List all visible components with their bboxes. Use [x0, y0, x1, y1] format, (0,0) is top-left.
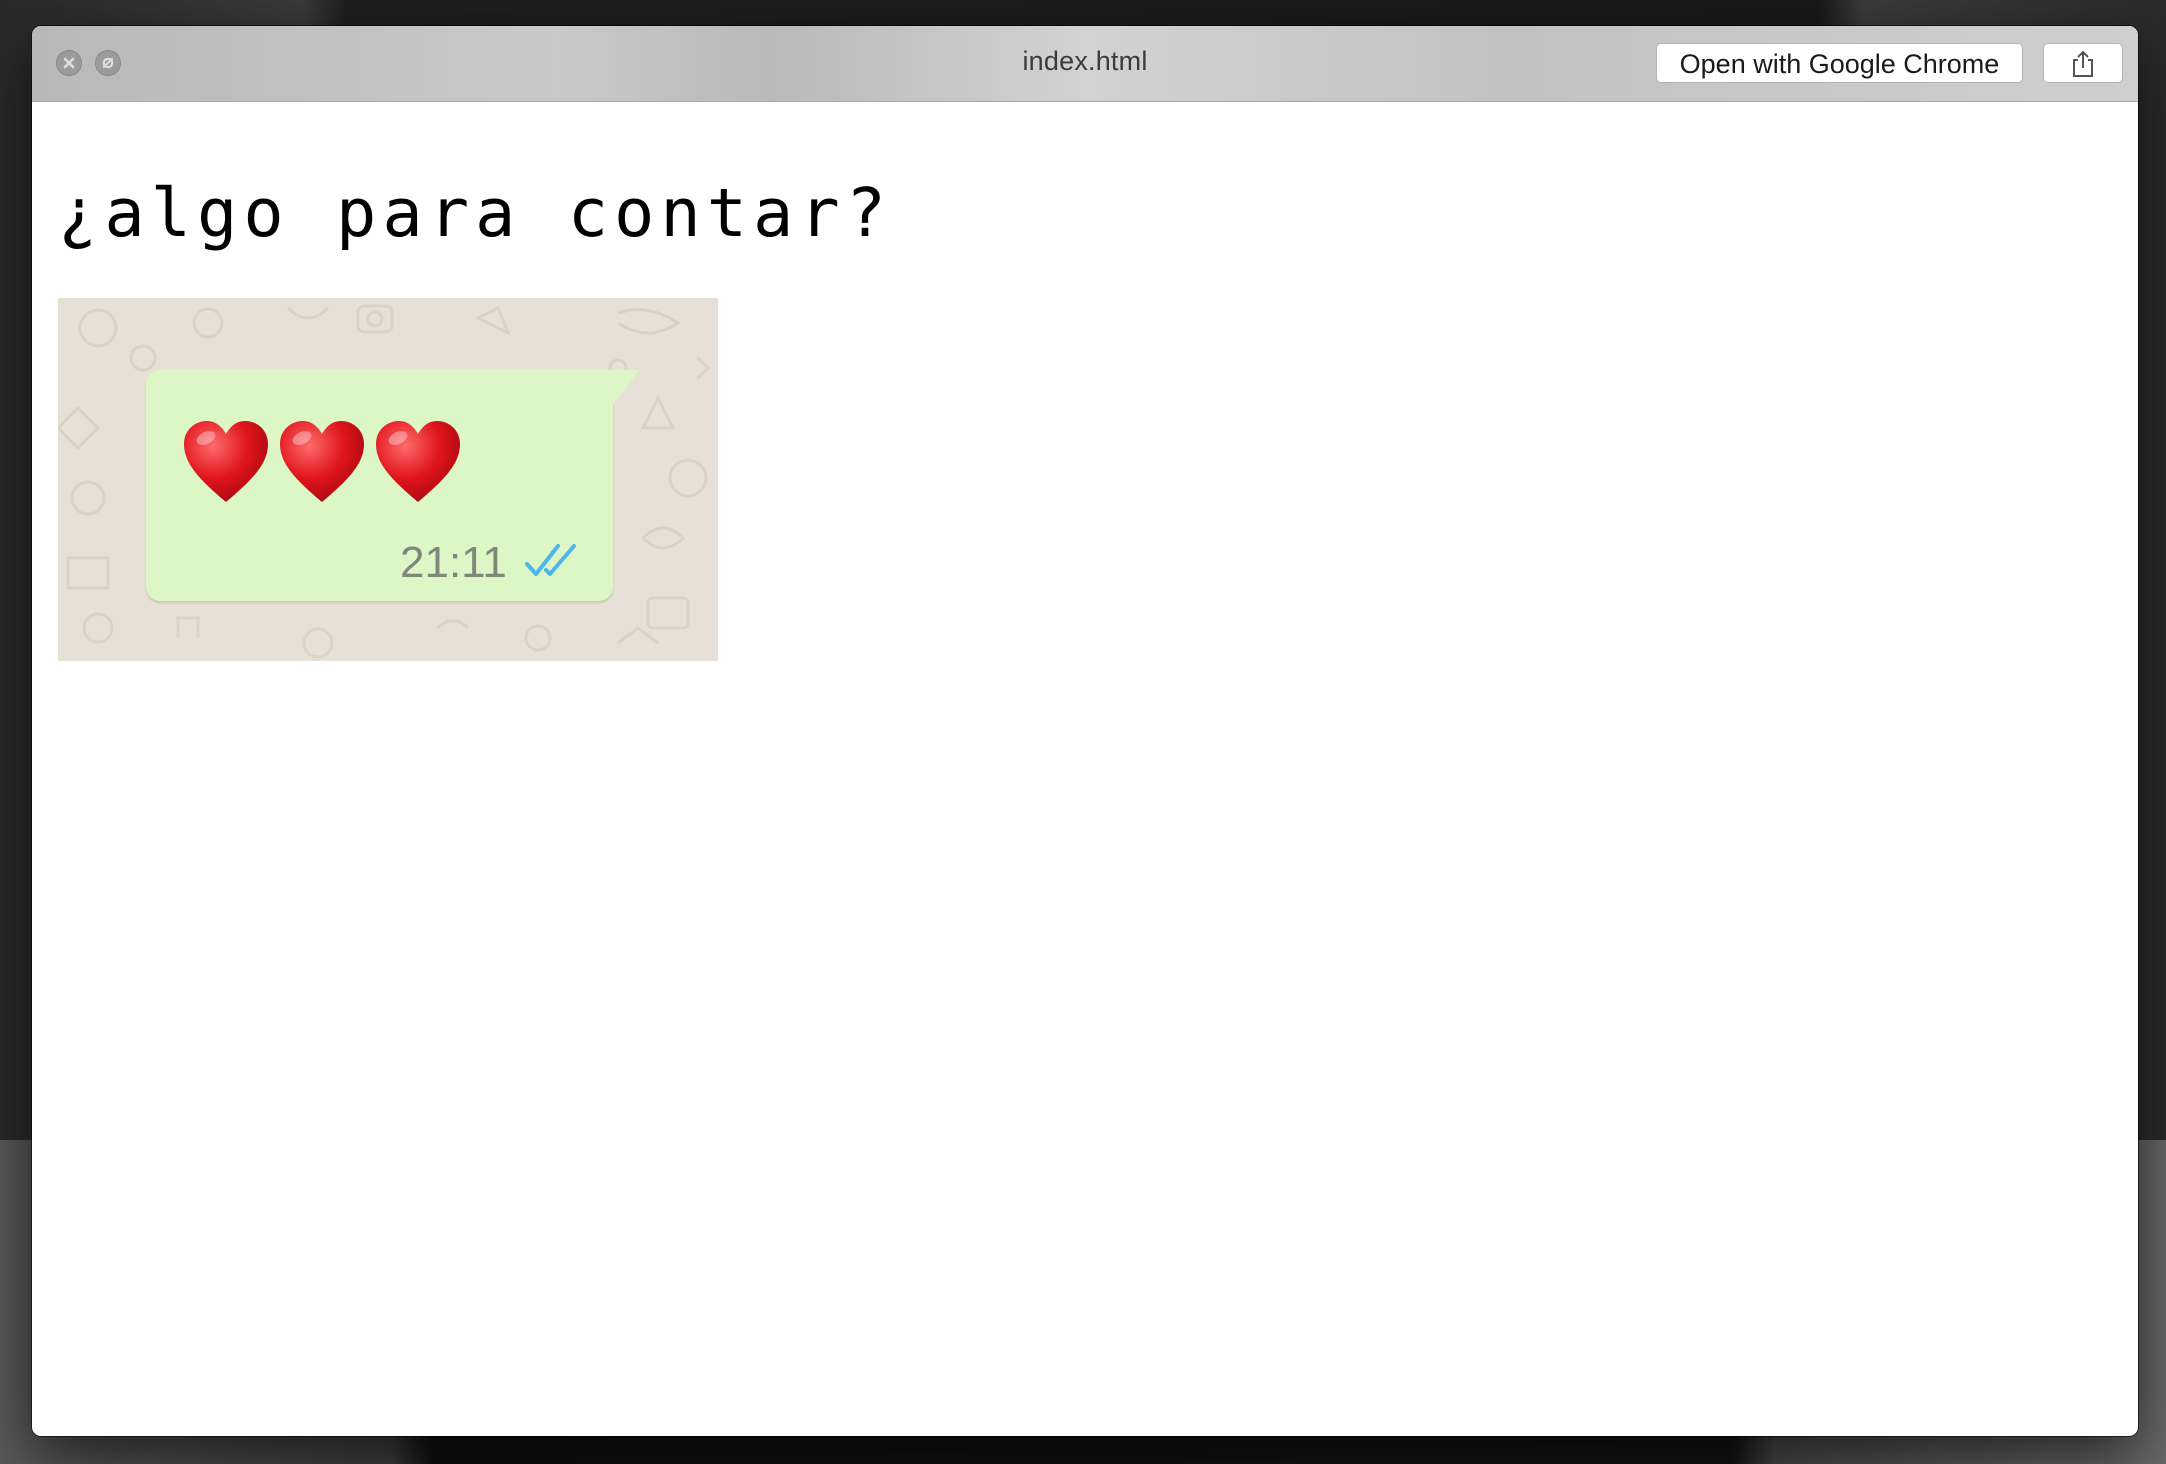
red-heart-icon [372, 418, 464, 506]
quick-look-window: index.html Open with Google Chrome ¿algo… [32, 26, 2138, 1436]
page-heading: ¿algo para contar? [58, 174, 893, 252]
chat-message-image: 21:11 [58, 298, 718, 661]
message-bubble: 21:11 [146, 370, 613, 601]
heart-emoji-row [180, 418, 464, 506]
red-heart-icon [276, 418, 368, 506]
share-button[interactable] [2043, 43, 2123, 83]
title-bar: index.html Open with Google Chrome [32, 26, 2138, 102]
page-content: ¿algo para contar? 21:11 [36, 102, 2134, 1432]
open-with-chrome-button[interactable]: Open with Google Chrome [1656, 43, 2023, 83]
double-check-read-icon [525, 544, 576, 576]
message-time: 21:11 [400, 538, 507, 587]
share-icon [2073, 50, 2093, 77]
red-heart-icon [180, 418, 272, 506]
